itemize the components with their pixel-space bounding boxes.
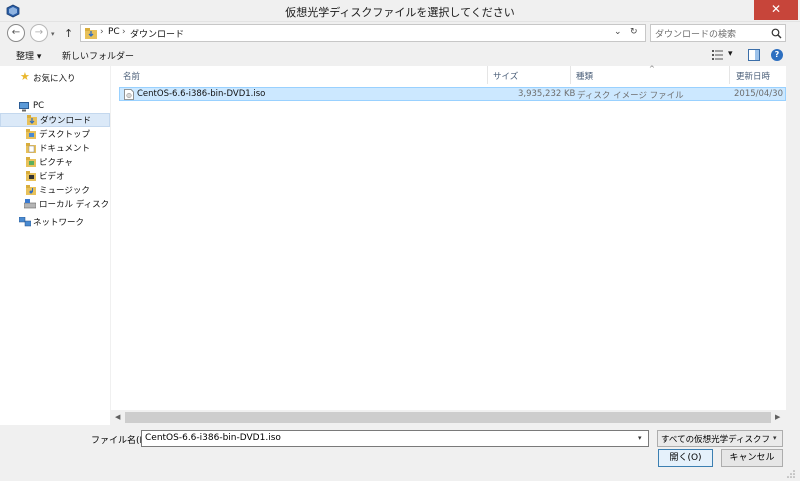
sidebar-item-pictures[interactable]: ピクチャ — [0, 155, 110, 169]
star-icon: ★ — [20, 70, 30, 83]
pictures-folder-icon — [26, 157, 36, 167]
column-divider[interactable] — [729, 66, 730, 84]
cancel-button[interactable]: キャンセル — [721, 449, 783, 467]
file-type: ディスク イメージ ファイル — [577, 91, 684, 101]
view-options-icon[interactable] — [712, 50, 723, 60]
sidebar-item-desktop[interactable]: デスクトップ — [0, 127, 110, 141]
network-icon — [19, 217, 31, 227]
table-row[interactable]: CentOS-6.6-i386-bin-DVD1.iso 3,935,232 K… — [119, 87, 799, 101]
column-divider[interactable] — [570, 66, 571, 84]
navigation-pane: ★ お気に入り PC ダウンロード デスクトップ ドキュメント ピクチャ ビデオ… — [0, 66, 127, 425]
back-button[interactable]: ← — [7, 24, 25, 42]
sidebar-item-label: ネットワーク — [33, 218, 85, 228]
disc-image-file-icon — [124, 89, 134, 100]
column-header-type[interactable]: 種類 — [576, 70, 593, 82]
local-disk-icon — [24, 199, 36, 209]
scrollbar-thumb[interactable] — [125, 412, 771, 423]
sidebar-item-music[interactable]: ミュージック — [0, 183, 110, 197]
sidebar-item-pc[interactable]: PC — [0, 100, 110, 114]
computer-icon — [19, 102, 29, 112]
column-divider[interactable] — [487, 66, 488, 84]
file-name: CentOS-6.6-i386-bin-DVD1.iso — [137, 89, 266, 99]
videos-folder-icon — [26, 171, 36, 181]
sidebar-item-label: ダウンロード — [40, 116, 92, 126]
search-input[interactable]: ダウンロードの検索 — [655, 27, 736, 40]
file-size: 3,935,232 KB — [518, 89, 576, 99]
sidebar-item-documents[interactable]: ドキュメント — [0, 141, 110, 155]
up-button[interactable]: ↑ — [64, 27, 73, 40]
downloads-folder-icon — [85, 28, 97, 39]
sidebar-item-network[interactable]: ネットワーク — [0, 215, 110, 229]
sidebar-item-label: お気に入り — [33, 74, 76, 84]
sidebar-item-label: ミュージック — [39, 186, 90, 196]
sidebar-item-local-disk[interactable]: ローカル ディスク (C:) — [0, 197, 127, 211]
column-header-modified[interactable]: 更新日時 — [736, 70, 770, 82]
refresh-icon[interactable]: ↻ — [630, 27, 638, 37]
sidebar-item-label: ドキュメント — [39, 144, 91, 154]
organize-button[interactable]: 整理 ▾ — [16, 49, 41, 62]
new-folder-button[interactable]: 新しいフォルダー — [62, 49, 134, 62]
desktop-folder-icon — [26, 129, 36, 139]
close-button[interactable]: ✕ — [754, 0, 798, 20]
filename-field[interactable]: CentOS-6.6-i386-bin-DVD1.iso ▾ — [141, 430, 649, 447]
sort-indicator-icon: ^ — [649, 65, 655, 73]
breadcrumb-downloads[interactable]: ダウンロード — [130, 27, 184, 40]
column-header-name[interactable]: 名前 — [123, 70, 140, 82]
chevron-down-icon[interactable]: ▾ — [773, 434, 777, 442]
sidebar-item-label: ビデオ — [39, 172, 65, 182]
breadcrumb-pc[interactable]: PC — [108, 27, 120, 37]
dialog-footer: ファイル名(N): CentOS-6.6-i386-bin-DVD1.iso ▾… — [0, 426, 800, 481]
toolbar: 整理 ▾ 新しいフォルダー ▾ ? — [0, 45, 800, 65]
sidebar-item-label: ピクチャ — [39, 158, 73, 168]
view-dropdown-icon[interactable]: ▾ — [728, 49, 733, 59]
recent-locations-dropdown[interactable]: ▾ — [51, 30, 55, 38]
forward-button[interactable]: → — [30, 24, 48, 42]
filename-value[interactable]: CentOS-6.6-i386-bin-DVD1.iso — [145, 433, 281, 443]
music-folder-icon — [26, 185, 36, 195]
sidebar-item-videos[interactable]: ビデオ — [0, 169, 110, 183]
breadcrumb-separator: › — [122, 27, 126, 37]
breadcrumb-separator: › — [100, 27, 104, 37]
window-title: 仮想光学ディスクファイルを選択してください — [285, 6, 515, 19]
title-bar: 仮想光学ディスクファイルを選択してください ✕ — [0, 0, 800, 22]
vertical-scrollbar[interactable] — [786, 66, 800, 425]
downloads-folder-icon — [27, 115, 37, 125]
search-box[interactable]: ダウンロードの検索 — [650, 24, 786, 42]
file-list: 名前 サイズ 種類 ^ 更新日時 CentOS-6.6-i386-bin-DVD… — [111, 65, 799, 410]
scroll-right-icon[interactable]: ▶ — [775, 413, 780, 421]
file-type-filter-value: すべての仮想光学ディスクファイル ( — [661, 435, 769, 445]
scroll-left-icon[interactable]: ◀ — [115, 413, 120, 421]
chevron-down-icon[interactable]: ▾ — [638, 434, 642, 442]
resize-grip-icon[interactable] — [786, 469, 796, 479]
sidebar-item-label: デスクトップ — [39, 130, 91, 140]
column-header-size[interactable]: サイズ — [493, 70, 518, 82]
sidebar-item-downloads[interactable]: ダウンロード — [0, 113, 110, 127]
horizontal-scrollbar[interactable]: ◀ ▶ — [111, 410, 786, 425]
address-bar[interactable]: › PC › ダウンロード ⌄ ↻ — [80, 24, 646, 42]
help-icon[interactable]: ? — [771, 49, 783, 61]
file-type-filter[interactable]: すべての仮想光学ディスクファイル ( ▾ — [657, 430, 783, 447]
search-icon[interactable] — [771, 28, 782, 39]
open-button[interactable]: 開く(O) — [658, 449, 713, 467]
documents-folder-icon — [26, 143, 36, 153]
sidebar-item-label: PC — [33, 101, 45, 111]
preview-pane-icon[interactable] — [748, 49, 760, 61]
address-dropdown-icon[interactable]: ⌄ — [614, 27, 622, 37]
sidebar-item-favorites[interactable]: ★ お気に入り — [0, 70, 110, 85]
